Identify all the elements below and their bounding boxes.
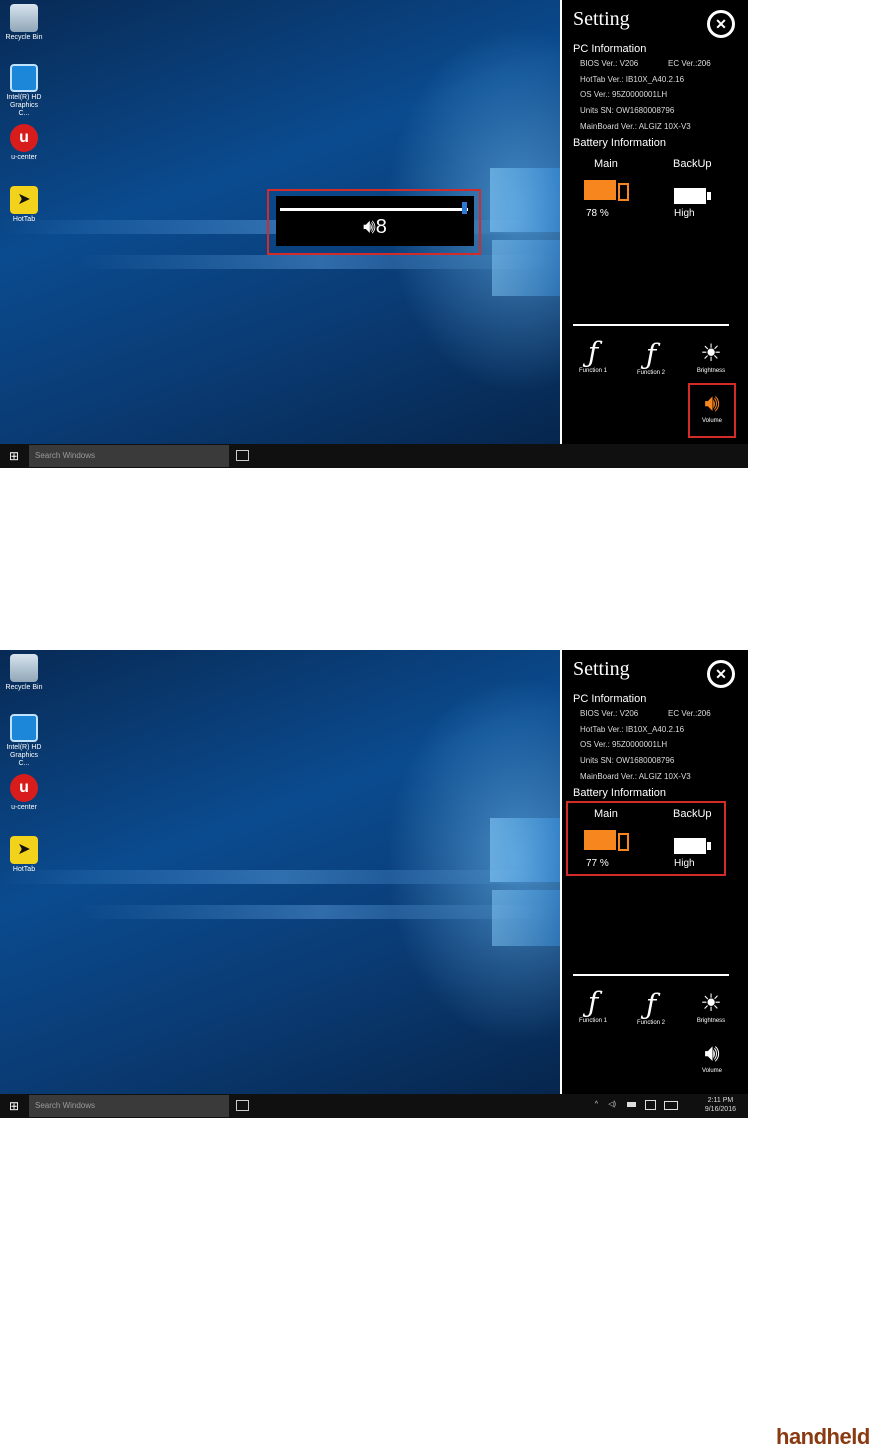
function-icon: ƒ <box>587 986 599 1019</box>
desktop-icon-u-center[interactable]: u u-center <box>4 124 44 162</box>
os-version: OS Ver.: 95Z0000001LH <box>580 90 668 99</box>
screenshot-battery: Recycle Bin Intel(R) HD Graphics C... u … <box>0 650 748 1118</box>
taskbar: ⊞ Search Windows <box>0 444 748 468</box>
function2-button[interactable]: ƒ Function 2 <box>626 338 676 377</box>
close-button[interactable]: ✕ <box>707 660 735 688</box>
clock[interactable]: 2:11 PM 9/16/2016 <box>705 1096 736 1114</box>
start-button[interactable]: ⊞ <box>0 444 28 468</box>
clock-time: 2:11 PM <box>707 1097 734 1104</box>
pc-info-header: PC Information <box>573 43 647 55</box>
volume-icon: 🔊︎ <box>704 1039 720 1067</box>
backup-battery-icon <box>674 838 714 858</box>
hottab-version: HotTab Ver.: IB10X_A40.2.16 <box>580 75 685 84</box>
main-battery-icon <box>584 180 630 201</box>
setting-panel: Setting ✕ PC Information BIOS Ver.: V206… <box>562 650 748 1094</box>
volume-osd-readout: 🔊︎8 <box>276 216 474 239</box>
search-box[interactable]: Search Windows <box>29 445 229 467</box>
volume-icon: 🔊︎ <box>704 389 720 417</box>
start-button[interactable]: ⊞ <box>0 1094 28 1118</box>
panel-title: Setting <box>573 8 630 30</box>
battery-icon[interactable] <box>627 1102 636 1107</box>
desktop-background <box>0 650 560 1094</box>
volume-button[interactable]: 🔊︎ Volume <box>687 1038 737 1074</box>
search-box[interactable]: Search Windows <box>29 1095 229 1117</box>
mainboard-version: MainBoard Ver.: ALGIZ 10X-V3 <box>580 122 691 131</box>
screenshot-volume: Recycle Bin Intel(R) HD Graphics C... u … <box>0 0 748 468</box>
handheld-logo: handheld <box>776 1424 870 1449</box>
bios-version: BIOS Ver.: V206 <box>580 709 639 718</box>
volume-slider-knob[interactable] <box>462 202 467 214</box>
brightness-icon: ☀ <box>700 989 722 1017</box>
backup-battery-label: BackUp <box>673 808 712 820</box>
brightness-button[interactable]: ☀ Brightness <box>686 988 736 1024</box>
u-center-icon: u <box>10 124 38 152</box>
main-battery-percent: 77 % <box>586 858 609 869</box>
backup-battery-icon <box>674 188 714 208</box>
task-view-icon[interactable] <box>236 450 249 461</box>
close-button[interactable]: ✕ <box>707 10 735 38</box>
intel-graphics-icon <box>10 64 38 92</box>
taskbar: ⊞ Search Windows ^ ◁) 2:11 PM 9/16/2016 <box>0 1094 748 1118</box>
ec-version: EC Ver.:206 <box>668 59 711 68</box>
volume-osd: 🔊︎8 <box>276 196 474 246</box>
desktop-icon-recycle-bin[interactable]: Recycle Bin <box>4 654 44 692</box>
panel-divider <box>573 324 729 326</box>
backup-battery-label: BackUp <box>673 158 712 170</box>
recycle-bin-icon <box>10 654 38 682</box>
task-view-icon[interactable] <box>236 1100 249 1111</box>
speaker-icon: 🔊︎ <box>363 216 376 238</box>
panel-divider <box>573 974 729 976</box>
close-icon: ✕ <box>715 16 727 32</box>
function1-button[interactable]: ƒ Function 1 <box>568 986 618 1025</box>
hottab-version: HotTab Ver.: IB10X_A40.2.16 <box>580 725 685 734</box>
units-sn: Units SN: OW1680008796 <box>580 106 675 115</box>
bios-version: BIOS Ver.: V206 <box>580 59 639 68</box>
u-center-icon: u <box>10 774 38 802</box>
desktop-icon-intel-hd[interactable]: Intel(R) HD Graphics C... <box>4 64 44 118</box>
recycle-bin-icon <box>10 4 38 32</box>
brightness-icon: ☀ <box>700 339 722 367</box>
backup-battery-status: High <box>674 208 695 219</box>
mainboard-version: MainBoard Ver.: ALGIZ 10X-V3 <box>580 772 691 781</box>
volume-slider[interactable] <box>280 208 468 211</box>
ec-version: EC Ver.:206 <box>668 709 711 718</box>
setting-panel: Setting ✕ PC Information BIOS Ver.: V206… <box>562 0 748 444</box>
hottab-icon: ➤ <box>10 836 38 864</box>
windows-icon: ⊞ <box>8 449 20 463</box>
volume-button[interactable]: 🔊︎ Volume <box>687 388 737 424</box>
backup-battery-status: High <box>674 858 695 869</box>
main-battery-icon <box>584 830 630 851</box>
desktop-icon-recycle-bin[interactable]: Recycle Bin <box>4 4 44 42</box>
clock-date: 9/16/2016 <box>704 1106 736 1113</box>
keyboard-icon[interactable] <box>664 1101 678 1110</box>
function-icon: ƒ <box>645 338 657 371</box>
desktop-icon-hottab[interactable]: ➤ HotTab <box>4 836 44 874</box>
desktop-icon-u-center[interactable]: u u-center <box>4 774 44 812</box>
panel-title: Setting <box>573 658 630 680</box>
function-icon: ƒ <box>587 336 599 369</box>
desktop-icon-hottab[interactable]: ➤ HotTab <box>4 186 44 224</box>
function2-button[interactable]: ƒ Function 2 <box>626 988 676 1027</box>
intel-graphics-icon <box>10 714 38 742</box>
desktop-icon-intel-hd[interactable]: Intel(R) HD Graphics C... <box>4 714 44 768</box>
os-version: OS Ver.: 95Z0000001LH <box>580 740 668 749</box>
main-battery-label: Main <box>594 808 618 820</box>
function1-button[interactable]: ƒ Function 1 <box>568 336 618 375</box>
main-battery-label: Main <box>594 158 618 170</box>
main-battery-percent: 78 % <box>586 208 609 219</box>
hottab-icon: ➤ <box>10 186 38 214</box>
speaker-icon[interactable]: ◁) <box>608 1100 616 1108</box>
close-icon: ✕ <box>715 666 727 682</box>
pc-info-header: PC Information <box>573 693 647 705</box>
chevron-up-icon[interactable]: ^ <box>595 1101 598 1108</box>
function-icon: ƒ <box>645 988 657 1021</box>
battery-info-header: Battery Information <box>573 787 666 799</box>
battery-info-header: Battery Information <box>573 137 666 149</box>
units-sn: Units SN: OW1680008796 <box>580 756 675 765</box>
windows-icon: ⊞ <box>8 1099 20 1113</box>
volume-level: 8 <box>375 216 387 238</box>
brightness-button[interactable]: ☀ Brightness <box>686 338 736 374</box>
notification-icon[interactable] <box>645 1100 656 1110</box>
